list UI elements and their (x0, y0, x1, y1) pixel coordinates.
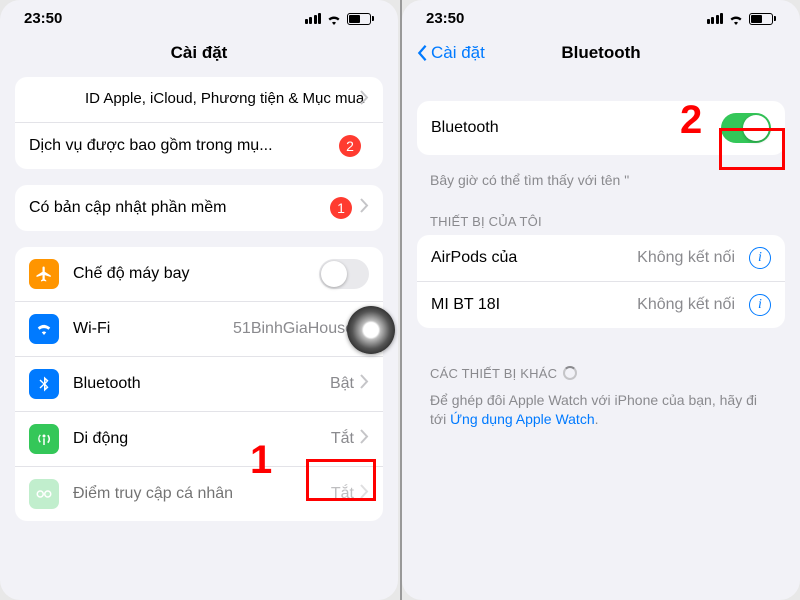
bluetooth-screen: 23:50 Cài đặt Bluetooth Bluetooth Bây gi… (402, 0, 800, 600)
wifi-value: 51BinhGiaHouse (233, 320, 354, 338)
antenna-icon (29, 424, 59, 454)
airplane-mode-label: Chế độ máy bay (73, 265, 319, 283)
wifi-label: Wi-Fi (73, 320, 233, 338)
device-name: AirPods của (431, 249, 637, 267)
back-button[interactable]: Cài đặt (416, 43, 485, 63)
info-icon[interactable]: i (749, 294, 771, 316)
bluetooth-value: Bật (330, 375, 354, 393)
bluetooth-toggle-group: Bluetooth (417, 101, 785, 155)
included-services-row[interactable]: Dịch vụ được bao gồm trong mụ... 2 (15, 123, 383, 169)
status-bar: 23:50 (402, 0, 800, 33)
other-devices-label: CÁC THIẾT BỊ KHÁC (430, 366, 557, 381)
bluetooth-icon (29, 369, 59, 399)
cellular-signal-icon (707, 13, 724, 24)
chevron-right-icon (360, 90, 369, 110)
hotspot-icon (29, 479, 59, 509)
cellular-signal-icon (305, 13, 322, 24)
battery-icon (749, 13, 776, 25)
notification-badge: 1 (330, 197, 352, 219)
hotspot-row[interactable]: Điểm truy cập cá nhân Tắt (15, 467, 383, 521)
discoverable-text: Bây giờ có thể tìm thấy với tên " (402, 171, 800, 212)
software-update-label: Có bản cập nhật phần mềm (29, 199, 330, 217)
airplane-icon (29, 259, 59, 289)
status-time: 23:50 (24, 10, 62, 27)
device-name: MI BT 18I (431, 296, 637, 314)
my-devices-header: THIẾT BỊ CỦA TÔI (402, 212, 800, 235)
software-update-row[interactable]: Có bản cập nhật phần mềm 1 (15, 185, 383, 231)
chevron-right-icon (360, 484, 369, 504)
header: Cài đặt Bluetooth (402, 33, 800, 77)
apple-id-row[interactable]: ID Apple, iCloud, Phương tiện & Mục mua (15, 77, 383, 123)
cellular-label: Di động (73, 430, 331, 448)
apple-id-group: ID Apple, iCloud, Phương tiện & Mục mua … (15, 77, 383, 169)
battery-icon (347, 13, 374, 25)
bluetooth-toggle-row[interactable]: Bluetooth (417, 101, 785, 155)
header: Cài đặt (0, 33, 398, 77)
hotspot-value: Tắt (331, 485, 354, 503)
chevron-right-icon (360, 429, 369, 449)
page-title: Cài đặt (171, 43, 228, 62)
bluetooth-row[interactable]: Bluetooth Bật (15, 357, 383, 412)
connectivity-group: Chế độ máy bay Wi-Fi 51BinhGiaHouse Blue… (15, 247, 383, 521)
apple-watch-app-link[interactable]: Ứng dụng Apple Watch (450, 411, 595, 427)
cellular-value: Tắt (331, 430, 354, 448)
bluetooth-label: Bluetooth (73, 375, 330, 393)
wifi-icon (29, 314, 59, 344)
bluetooth-toggle-label: Bluetooth (431, 119, 721, 137)
device-row-airpods[interactable]: AirPods của Không kết nối i (417, 235, 785, 282)
notification-badge: 2 (339, 135, 361, 157)
page-title: Bluetooth (561, 43, 640, 62)
airplane-toggle[interactable] (319, 259, 369, 289)
wifi-icon (326, 13, 342, 25)
status-bar: 23:50 (0, 0, 398, 33)
settings-screen: 23:50 Cài đặt ID Apple, iCloud, Phương t… (0, 0, 398, 600)
airplane-mode-row[interactable]: Chế độ máy bay (15, 247, 383, 302)
my-devices-group: AirPods của Không kết nối i MI BT 18I Kh… (417, 235, 785, 328)
back-label: Cài đặt (431, 43, 485, 63)
included-services-label: Dịch vụ được bao gồm trong mụ... (29, 137, 339, 155)
info-icon[interactable]: i (749, 247, 771, 269)
wifi-icon (728, 13, 744, 25)
other-devices-header: CÁC THIẾT BỊ KHÁC (402, 364, 800, 387)
chevron-right-icon (360, 374, 369, 394)
apple-id-subtitle: ID Apple, iCloud, Phương tiện & Mục mua (85, 89, 364, 109)
status-time: 23:50 (426, 10, 464, 27)
assistive-touch-button[interactable] (347, 306, 395, 354)
watch-pairing-note: Để ghép đôi Apple Watch với iPhone của b… (402, 387, 800, 445)
software-update-group: Có bản cập nhật phần mềm 1 (15, 185, 383, 231)
device-row-mibt[interactable]: MI BT 18I Không kết nối i (417, 282, 785, 328)
device-status: Không kết nối (637, 296, 735, 314)
status-indicators (707, 13, 777, 25)
loading-spinner-icon (563, 366, 577, 380)
wifi-row[interactable]: Wi-Fi 51BinhGiaHouse (15, 302, 383, 357)
hotspot-label: Điểm truy cập cá nhân (73, 485, 331, 503)
chevron-right-icon (360, 198, 369, 218)
cellular-row[interactable]: Di động Tắt (15, 412, 383, 467)
status-indicators (305, 13, 375, 25)
device-status: Không kết nối (637, 249, 735, 267)
bluetooth-toggle[interactable] (721, 113, 771, 143)
